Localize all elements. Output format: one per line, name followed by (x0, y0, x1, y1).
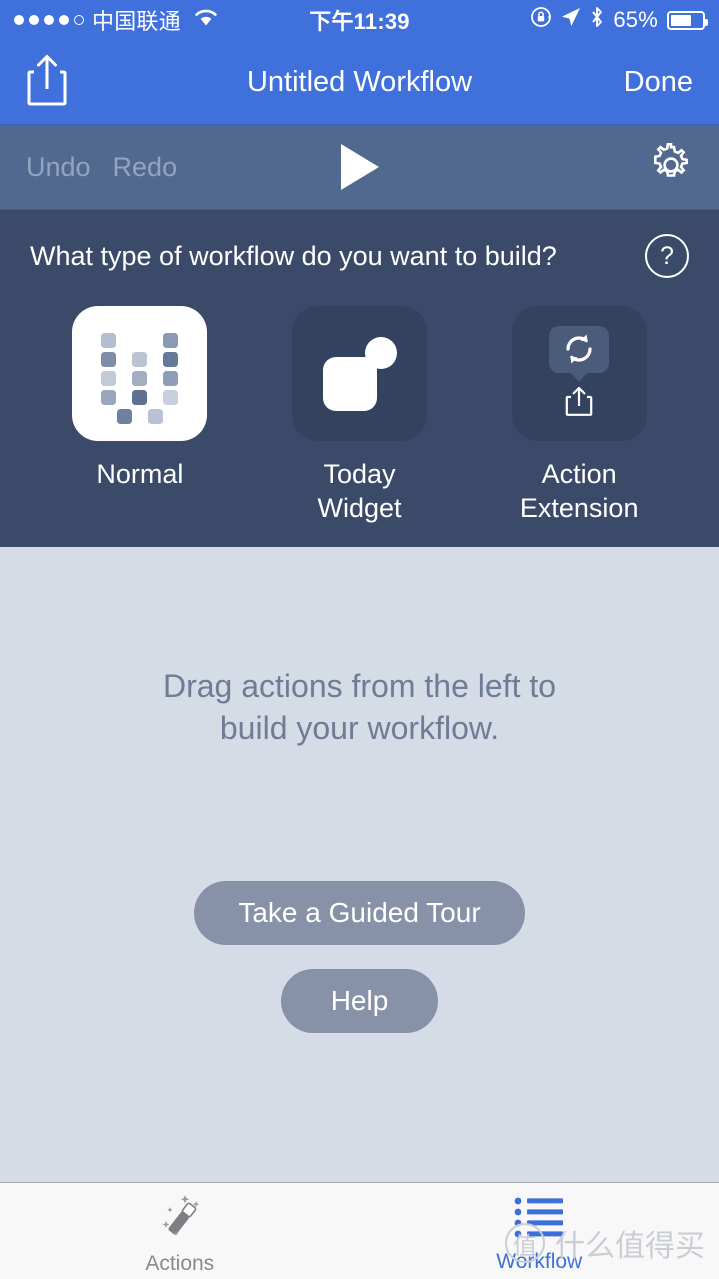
signal-strength-dots (14, 15, 84, 25)
logo-square (100, 370, 116, 386)
workflow-grid-icon (100, 332, 179, 424)
signal-dot (29, 15, 39, 25)
rotation-lock-icon (530, 6, 552, 34)
widget-square-shape (322, 356, 377, 411)
workflow-type-normal[interactable]: Normal (30, 306, 250, 525)
question-mark-icon[interactable]: ? (645, 234, 689, 278)
logo-square (116, 408, 132, 424)
run-workflow-button[interactable] (0, 144, 719, 190)
editor-toolbar: Undo Redo (0, 125, 719, 210)
logo-square (131, 389, 147, 405)
logo-square (131, 351, 147, 367)
workflow-app-screen: 中国联通 下午11:39 65% Untitled Workflow Done … (0, 0, 719, 1279)
workflow-type-label: Today Widget (317, 457, 401, 525)
workflow-type-action-extension[interactable]: Action Extension (469, 306, 689, 525)
logo-square (162, 332, 178, 348)
status-bar: 中国联通 下午11:39 65% (0, 0, 719, 40)
logo-square (100, 351, 116, 367)
gear-icon[interactable] (649, 142, 693, 192)
bluetooth-icon (590, 6, 604, 34)
page-title: Untitled Workflow (246, 65, 473, 98)
battery-icon (667, 10, 708, 30)
tab-label: Workflow (496, 1249, 583, 1273)
workflow-type-label-line1: Action (541, 459, 617, 489)
empty-state-line2: build your workflow. (219, 710, 500, 746)
undo-button[interactable]: Undo (26, 152, 91, 183)
workflow-type-label-line2: Widget (317, 493, 402, 523)
guided-tour-button[interactable]: Take a Guided Tour (194, 881, 525, 945)
wifi-icon (193, 7, 219, 33)
status-bar-right: 65% (530, 6, 708, 34)
action-extension-icon (540, 325, 618, 422)
share-icon (564, 385, 594, 422)
workflow-type-question: What type of workflow do you want to bui… (30, 240, 557, 271)
redo-button[interactable]: Redo (113, 152, 178, 183)
logo-square (100, 332, 116, 348)
logo-square (162, 370, 178, 386)
magic-wand-icon (154, 1193, 206, 1246)
empty-state-line1: Drag actions from the left to (162, 668, 557, 704)
tab-workflow[interactable]: Workflow (360, 1183, 719, 1279)
empty-state-message: Drag actions from the left to build your… (163, 665, 556, 749)
workflow-type-header: What type of workflow do you want to bui… (30, 234, 689, 278)
workflow-type-panel: What type of workflow do you want to bui… (0, 210, 719, 547)
workflow-canvas[interactable]: Drag actions from the left to build your… (0, 547, 719, 1183)
signal-dot (59, 15, 69, 25)
workflow-type-today-widget[interactable]: Today Widget (250, 306, 470, 525)
play-icon[interactable] (340, 144, 379, 190)
done-button[interactable]: Done (624, 66, 693, 99)
tab-bar: Actions Workflow 值 什么值得买 (0, 1183, 719, 1279)
location-arrow-icon (561, 7, 581, 33)
action-extension-tile[interactable] (511, 306, 647, 441)
today-widget-icon (322, 336, 397, 411)
normal-tile[interactable] (72, 306, 208, 441)
share-icon[interactable] (26, 53, 68, 112)
battery-percent-label: 65% (613, 7, 658, 32)
tab-label: Actions (145, 1251, 215, 1275)
tab-actions[interactable]: Actions (0, 1183, 360, 1279)
navigation-bar: Untitled Workflow Done (0, 40, 719, 125)
signal-dot (14, 15, 24, 25)
popover-bubble-shape (549, 325, 610, 373)
logo-square (147, 408, 163, 424)
logo-square (100, 389, 116, 405)
logo-square (162, 389, 178, 405)
battery-fill (671, 14, 691, 26)
today-widget-tile[interactable] (292, 306, 427, 441)
list-icon (513, 1195, 565, 1244)
logo-square (162, 351, 178, 367)
signal-dot (74, 15, 84, 25)
signal-dot (44, 15, 54, 25)
help-button[interactable]: Help (280, 969, 439, 1033)
refresh-icon (566, 334, 592, 364)
logo-square (131, 370, 147, 386)
widget-circle-shape (364, 336, 397, 369)
workflow-type-label-line1: Today (323, 459, 396, 489)
carrier-label: 中国联通 (92, 9, 181, 34)
workflow-type-label: Action Extension (520, 457, 639, 525)
workflow-type-label-line2: Extension (519, 493, 639, 523)
workflow-type-options: Normal Today Widget Action Extension (30, 306, 689, 525)
status-bar-left: 中国联通 (14, 4, 219, 36)
workflow-type-label: Normal (96, 459, 184, 489)
